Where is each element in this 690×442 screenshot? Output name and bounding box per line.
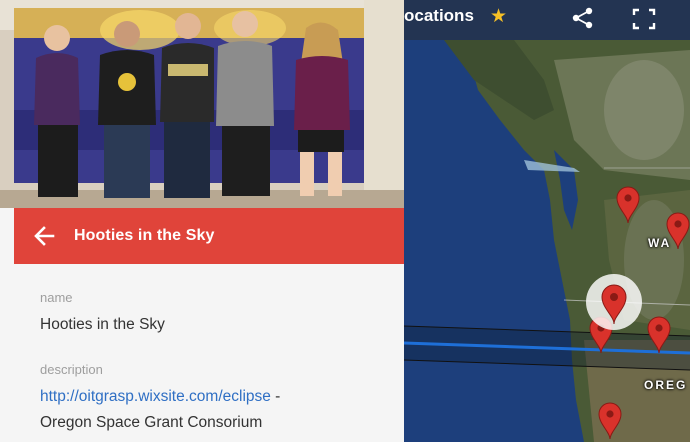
name-label: name [40, 290, 73, 305]
description-link[interactable]: http://oitgrasp.wixsite.com/eclipse [40, 388, 271, 405]
map-pin-icon [601, 284, 627, 325]
oregon-label: OREG [644, 378, 688, 392]
selected-map-pin[interactable] [586, 274, 642, 330]
map-pin[interactable] [597, 402, 623, 440]
share-icon [572, 7, 593, 29]
map-pin[interactable] [665, 212, 690, 250]
satellite-map[interactable] [404, 0, 690, 442]
feature-details: name Hooties in the Sky description http… [14, 264, 404, 442]
feature-photo [0, 0, 404, 208]
map-pin-icon [616, 186, 640, 224]
satellite-map-imagery [404, 0, 690, 442]
map-pin-icon [647, 316, 671, 354]
group-photo-image [0, 0, 404, 208]
map-pin[interactable] [615, 186, 641, 224]
description-line-1: http://oitgrasp.wixsite.com/eclipse - [40, 388, 280, 406]
fullscreen-icon [632, 8, 656, 30]
map-pin-icon [666, 212, 690, 250]
name-value: Hooties in the Sky [40, 316, 165, 333]
description-label: description [40, 362, 103, 377]
arrow-back-icon [34, 226, 55, 246]
feature-info-panel: Hooties in the Sky name Hooties in the S… [0, 0, 404, 442]
feature-header: Hooties in the Sky [14, 208, 404, 264]
description-separator: - [270, 388, 281, 405]
star-icon[interactable]: ★ [490, 5, 507, 28]
fullscreen-button[interactable] [631, 7, 657, 31]
feature-title: Hooties in the Sky [74, 227, 215, 244]
share-button[interactable] [570, 6, 596, 30]
map-pin[interactable] [646, 316, 672, 354]
description-text: Oregon Space Grant Consorium [40, 414, 263, 431]
map-pin-icon [598, 402, 622, 440]
map-title: ocations [404, 6, 474, 25]
back-button[interactable] [14, 208, 74, 264]
